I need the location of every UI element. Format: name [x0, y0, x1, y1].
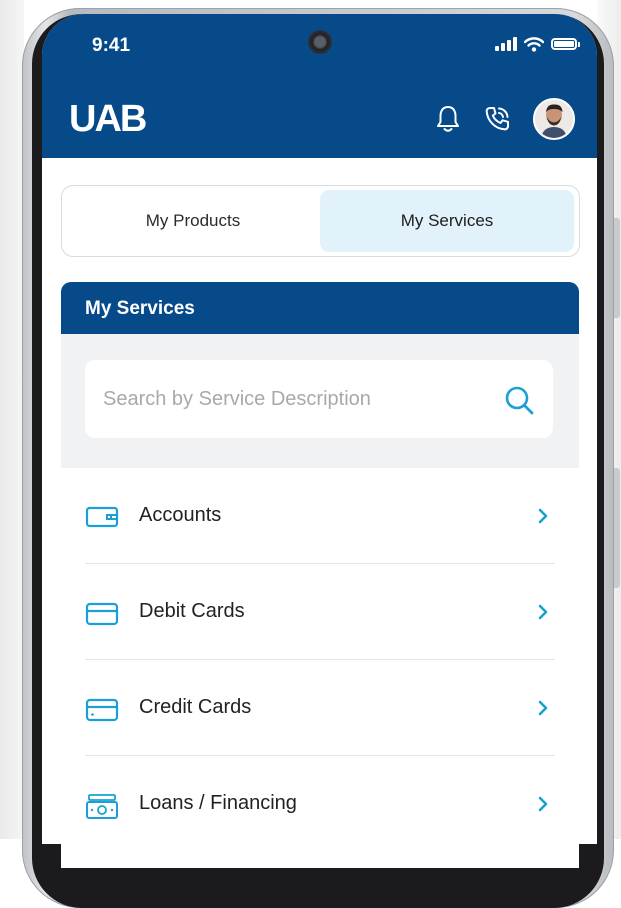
- header-actions: [435, 98, 575, 140]
- chevron-right-icon: [538, 796, 548, 812]
- list-item-label: Credit Cards: [139, 696, 252, 718]
- card-icon: [85, 602, 119, 626]
- bell-icon[interactable]: [435, 104, 461, 134]
- avatar[interactable]: [533, 98, 575, 140]
- background-left: [0, 0, 24, 839]
- tab-my-services[interactable]: My Services: [320, 190, 574, 252]
- list-item-accounts[interactable]: Accounts: [85, 468, 555, 563]
- tab-my-products[interactable]: My Products: [66, 190, 320, 252]
- battery-icon: [551, 38, 580, 50]
- status-time: 9:41: [92, 35, 131, 56]
- app-logo: UAB: [69, 98, 147, 140]
- app-header: 9:41 UAB: [42, 14, 597, 158]
- chevron-right-icon: [538, 700, 548, 716]
- chevron-right-icon: [538, 604, 548, 620]
- list-item-label: Loans / Financing: [139, 792, 297, 814]
- status-icons: [495, 34, 580, 54]
- list-item-credit-cards[interactable]: Credit Cards: [85, 660, 555, 755]
- user-photo-icon: [535, 100, 573, 138]
- panel-title: My Services: [85, 298, 195, 319]
- front-camera: [308, 30, 332, 54]
- list-item-label: Debit Cards: [139, 600, 245, 622]
- card-icon: [85, 698, 119, 722]
- chevron-right-icon: [538, 508, 548, 524]
- services-panel-header: My Services: [61, 282, 579, 334]
- search-icon[interactable]: [503, 384, 535, 416]
- side-button: [614, 218, 620, 318]
- side-button: [614, 468, 620, 588]
- phone-call-icon[interactable]: [483, 105, 511, 133]
- segmented-tabs: My Products My Services: [61, 185, 580, 257]
- list-item-label: Accounts: [139, 504, 222, 526]
- services-list: Accounts Debit Cards Credit Cards Loans …: [61, 468, 579, 868]
- signal-icon: [495, 37, 517, 51]
- cash-icon: [86, 794, 118, 819]
- list-item-debit-cards[interactable]: Debit Cards: [85, 564, 555, 659]
- wifi-icon: [524, 36, 544, 52]
- list-item-loans-financing[interactable]: Loans / Financing: [85, 756, 555, 851]
- search-input[interactable]: [103, 360, 483, 438]
- service-search: [85, 360, 553, 438]
- wallet-icon: [85, 506, 119, 528]
